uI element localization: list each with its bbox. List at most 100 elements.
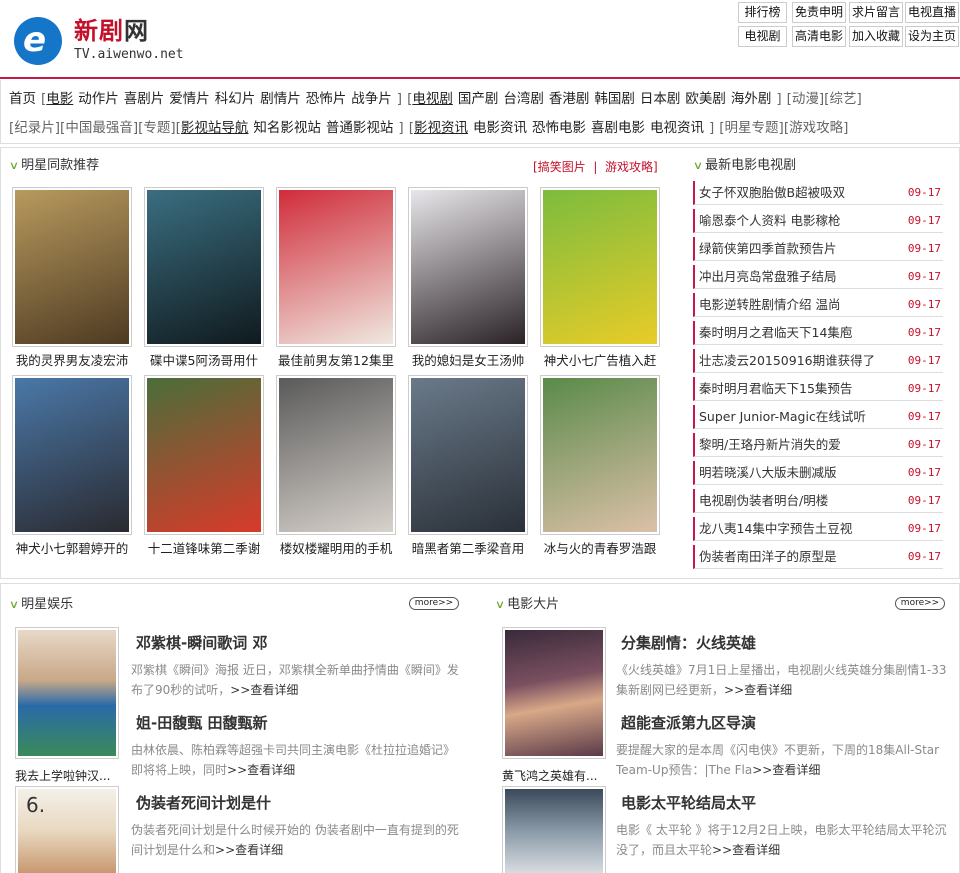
- nav-item[interactable]: 动作片: [78, 91, 119, 107]
- star-item-thumbnail[interactable]: [12, 375, 132, 535]
- star-item-label[interactable]: 神犬小七郭碧婷开的: [10, 541, 134, 557]
- latest-item-title[interactable]: 电影逆转胜剧情介绍 温尚: [699, 297, 899, 313]
- latest-list-item[interactable]: 明若晓溪八大版未删减版 09-17: [693, 461, 943, 485]
- nav-item[interactable]: [纪录片]: [9, 120, 60, 136]
- star-item-label[interactable]: 我的媳妇是女王汤帅: [406, 353, 530, 369]
- ent-article-title[interactable]: 邓紫棋-瞬间歌词 邓: [136, 633, 267, 653]
- movie-article-title[interactable]: 电影太平轮结局太平: [621, 793, 756, 813]
- nav-item[interactable]: 欧美剧: [685, 91, 726, 107]
- nav-item[interactable]: 电视剧: [412, 91, 453, 107]
- movie-article-read-more-link[interactable]: >>查看详细: [724, 683, 792, 697]
- latest-item-title[interactable]: 秦时明月之君临天下14集庖: [699, 325, 899, 341]
- latest-item-title[interactable]: 明若晓溪八大版未删减版: [699, 465, 899, 481]
- nav-item[interactable]: 日本剧: [640, 91, 681, 107]
- top-link-favorite[interactable]: 加入收藏: [849, 26, 903, 47]
- nav-item[interactable]: 喜剧片: [124, 91, 165, 107]
- tag-link-game-guides[interactable]: 游戏攻略: [605, 160, 653, 174]
- latest-item-title[interactable]: 喻恩泰个人资料 电影稼枪: [699, 213, 899, 229]
- movie-article-title[interactable]: 分集剧情：火线英雄: [621, 633, 756, 653]
- nav-item[interactable]: 台湾剧: [503, 91, 544, 107]
- movie-image-caption[interactable]: 黄飞鸿之英雄有...: [502, 768, 610, 784]
- ent-second-image[interactable]: 6.: [15, 786, 119, 873]
- star-item-thumbnail[interactable]: [12, 187, 132, 347]
- star-item-thumbnail[interactable]: [144, 375, 264, 535]
- nav-item[interactable]: 战争片: [351, 91, 392, 107]
- latest-list-item[interactable]: 女子怀双胞胎傲B超被吸双 09-17: [693, 181, 943, 205]
- star-item-label[interactable]: 我的灵界男友凌宏沛: [10, 353, 134, 369]
- star-item-label[interactable]: 最佳前男友第12集里: [274, 353, 398, 369]
- latest-list-item[interactable]: 壮志凌云20150916期谁获得了 09-17: [693, 349, 943, 373]
- star-item-label[interactable]: 暗黑者第二季梁音用: [406, 541, 530, 557]
- latest-item-title[interactable]: 冲出月亮岛常盘雅子结局: [699, 269, 899, 285]
- nav-item[interactable]: 电影: [46, 91, 73, 107]
- top-link-live-tv[interactable]: 电视直播: [905, 2, 959, 23]
- star-item-label[interactable]: 碟中谍5阿汤哥用什: [142, 353, 266, 369]
- latest-list-item[interactable]: 秦时明月之君临天下14集庖 09-17: [693, 321, 943, 345]
- nav-item[interactable]: 恐怖电影: [532, 120, 586, 136]
- star-item-thumbnail[interactable]: [540, 187, 660, 347]
- latest-item-title[interactable]: 电视剧伪装者明台/明楼: [699, 493, 899, 509]
- nav-item[interactable]: 电视资讯: [650, 120, 704, 136]
- top-link-homepage[interactable]: 设为主页: [905, 26, 959, 47]
- nav-item[interactable]: [中国最强音]: [60, 120, 138, 136]
- latest-list-item[interactable]: 秦时明月君临天下15集预告 09-17: [693, 377, 943, 401]
- star-item-thumbnail[interactable]: [276, 187, 396, 347]
- ent-article-read-more-link[interactable]: >>查看详细: [227, 763, 295, 777]
- movie-article-read-more-link[interactable]: >>查看详细: [752, 763, 820, 777]
- star-item-thumbnail[interactable]: [144, 187, 264, 347]
- movie-article-title[interactable]: 超能查派第九区导演: [621, 713, 756, 733]
- latest-item-title[interactable]: 绿箭侠第四季首款预告片: [699, 241, 899, 257]
- nav-item[interactable]: 韩国剧: [594, 91, 635, 107]
- star-item-thumbnail[interactable]: [276, 375, 396, 535]
- nav-item[interactable]: 影视站导航: [181, 120, 249, 136]
- nav-item[interactable]: 普通影视站: [326, 120, 394, 136]
- nav-item[interactable]: [动漫]: [787, 91, 825, 107]
- nav-item[interactable]: 知名影视站: [253, 120, 321, 136]
- star-item-label[interactable]: 楼奴楼耀明用的手机: [274, 541, 398, 557]
- latest-item-title[interactable]: 壮志凌云20150916期谁获得了: [699, 353, 899, 369]
- latest-list-item[interactable]: 喻恩泰个人资料 电影稼枪 09-17: [693, 209, 943, 233]
- latest-list-item[interactable]: 绿箭侠第四季首款预告片 09-17: [693, 237, 943, 261]
- ent-article-title[interactable]: 姐-田馥甄 田馥甄新: [136, 713, 267, 733]
- ent-article-title[interactable]: 伪装者死间计划是什: [136, 793, 271, 813]
- ent-article-read-more-link[interactable]: >>查看详细: [230, 683, 298, 697]
- latest-list-item[interactable]: Super Junior-Magic在线试听 09-17: [693, 405, 943, 429]
- nav-item[interactable]: 海外剧: [731, 91, 772, 107]
- nav-item[interactable]: 剧情片: [260, 91, 301, 107]
- latest-list-item[interactable]: 黎明/王珞丹新片消失的爱 09-17: [693, 433, 943, 457]
- movie-more-button[interactable]: more>>: [895, 597, 945, 610]
- star-item-thumbnail[interactable]: [408, 375, 528, 535]
- top-link-tv-drama[interactable]: 电视剧: [738, 26, 787, 47]
- ent-article-read-more-link[interactable]: >>查看详细: [215, 843, 283, 857]
- latest-item-title[interactable]: 黎明/王珞丹新片消失的爱: [699, 437, 899, 453]
- nav-item[interactable]: 喜剧电影: [591, 120, 645, 136]
- top-link-rank[interactable]: 排行榜: [738, 2, 787, 23]
- nav-item[interactable]: 爱情片: [169, 91, 210, 107]
- movie-feature-image[interactable]: [502, 627, 606, 759]
- star-item-label[interactable]: 神犬小七广告植入赶: [538, 353, 662, 369]
- top-link-request[interactable]: 求片留言: [849, 2, 903, 23]
- top-link-disclaimer[interactable]: 免责申明: [792, 2, 846, 23]
- latest-list-item[interactable]: 伪装者南田洋子的原型是 09-17: [693, 545, 943, 569]
- latest-list-item[interactable]: 电影逆转胜剧情介绍 温尚 09-17: [693, 293, 943, 317]
- star-item-label[interactable]: 冰与火的青春罗浩跟: [538, 541, 662, 557]
- ent-image-caption[interactable]: 我去上学啦钟汉...: [15, 768, 123, 784]
- nav-item[interactable]: 恐怖片: [306, 91, 347, 107]
- latest-list-item[interactable]: 龙八夷14集中字预告土豆视 09-17: [693, 517, 943, 541]
- latest-list-item[interactable]: 电视剧伪装者明台/明楼 09-17: [693, 489, 943, 513]
- nav-item[interactable]: [游戏攻略]: [784, 120, 849, 136]
- star-item-thumbnail[interactable]: [408, 187, 528, 347]
- site-logo[interactable]: e 新剧网 TV.aiwenwo.net: [14, 15, 214, 67]
- movie-second-image[interactable]: [502, 786, 606, 873]
- nav-item[interactable]: 国产剧: [458, 91, 499, 107]
- ent-more-button[interactable]: more>>: [409, 597, 459, 610]
- nav-item[interactable]: 影视资讯: [414, 120, 468, 136]
- latest-item-title[interactable]: 龙八夷14集中字预告土豆视: [699, 521, 899, 537]
- nav-item[interactable]: [综艺]: [824, 91, 862, 107]
- latest-list-item[interactable]: 冲出月亮岛常盘雅子结局 09-17: [693, 265, 943, 289]
- nav-item[interactable]: 香港剧: [549, 91, 590, 107]
- nav-item[interactable]: 科幻片: [215, 91, 256, 107]
- latest-item-title[interactable]: 女子怀双胞胎傲B超被吸双: [699, 185, 899, 201]
- star-item-thumbnail[interactable]: [540, 375, 660, 535]
- nav-item[interactable]: 电影资讯: [473, 120, 527, 136]
